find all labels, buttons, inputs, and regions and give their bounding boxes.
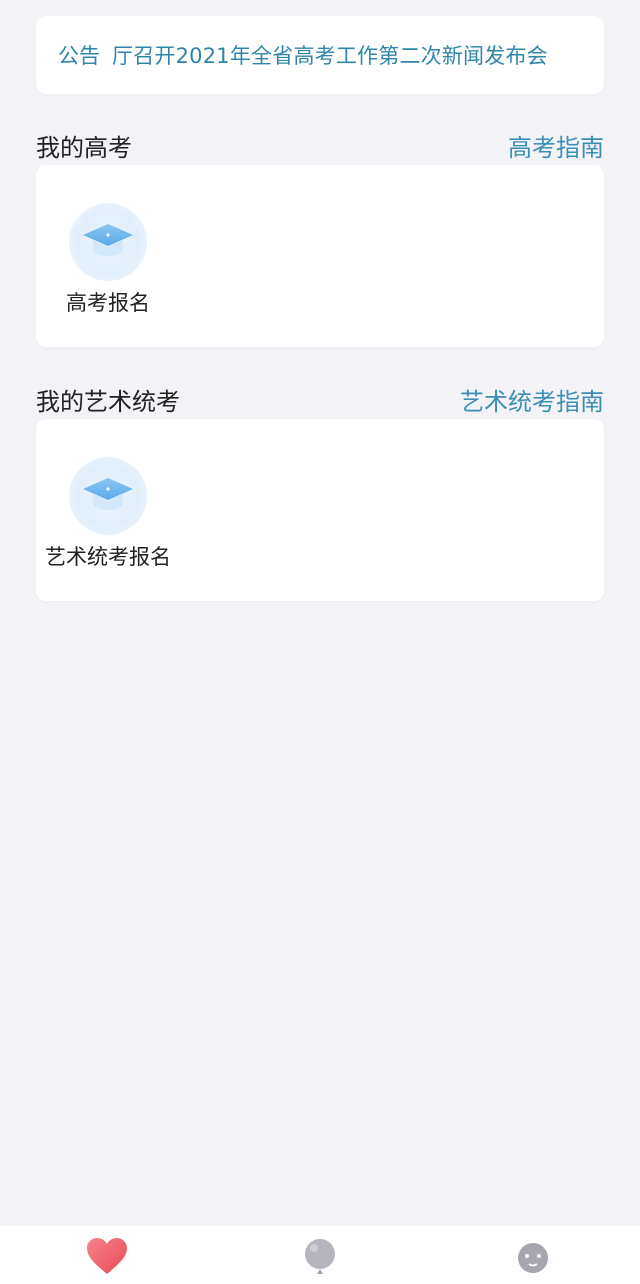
face-icon <box>513 1236 553 1284</box>
art-exam-register-button[interactable]: 艺术统考报名 <box>28 457 188 577</box>
art-exam-guide-link[interactable]: 艺术统考指南 <box>460 382 604 417</box>
section-title: 我的艺术统考 <box>36 387 180 416</box>
announcement-bar[interactable]: 公告 厅召开2021年全省高考工作第二次新闻发布会 <box>36 16 604 94</box>
bottom-tab-bar <box>0 1226 640 1284</box>
graduation-cap-icon <box>69 203 147 281</box>
heart-icon <box>85 1236 129 1284</box>
section-title: 我的高考 <box>36 133 132 162</box>
art-exam-card: 艺术统考报名 <box>36 419 604 601</box>
gaokao-card: 高考报名 <box>36 165 604 347</box>
tab-profile[interactable] <box>503 1226 563 1284</box>
tab-discover[interactable] <box>290 1226 350 1284</box>
tile-label: 高考报名 <box>66 291 150 315</box>
balloon-icon <box>300 1236 340 1284</box>
announcement-text[interactable]: 厅召开2021年全省高考工作第二次新闻发布会 <box>112 40 548 70</box>
tab-home[interactable] <box>77 1226 137 1284</box>
section-header-art-exam: 我的艺术统考 艺术统考指南 <box>36 379 604 419</box>
section-header-gaokao: 我的高考 高考指南 <box>36 125 604 165</box>
announcement-label: 公告 <box>58 44 100 68</box>
gaokao-guide-link[interactable]: 高考指南 <box>508 128 604 163</box>
tile-label: 艺术统考报名 <box>45 545 171 569</box>
gaokao-register-button[interactable]: 高考报名 <box>28 203 188 323</box>
graduation-cap-icon <box>69 457 147 535</box>
